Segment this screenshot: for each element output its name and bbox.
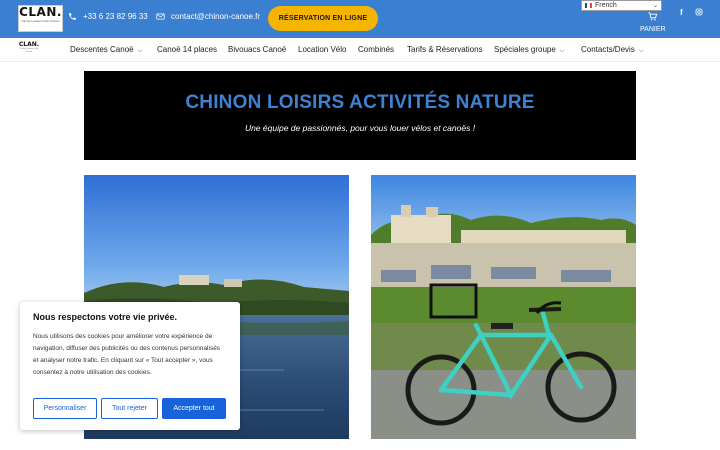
nav-item-tarifs-reservations[interactable]: Tarifs & Réservations (407, 45, 483, 54)
chevron-down-icon: ⌵ (559, 48, 565, 54)
mail-icon (156, 13, 165, 20)
chinon-bike-photo (371, 175, 636, 439)
page-title: CHINON LOISIRS ACTIVITÉS NATURE (185, 92, 535, 113)
nav-item-speciales-groupe[interactable]: Spéciales groupe ⌵ (494, 45, 564, 55)
chevron-down-icon: ⌄ (652, 3, 658, 9)
hero-banner: CHINON LOISIRS ACTIVITÉS NATURE Une équi… (84, 71, 636, 160)
customize-button[interactable]: Personnaliser (33, 398, 97, 419)
french-flag-icon (585, 3, 592, 8)
instagram-icon[interactable] (695, 8, 703, 18)
nav-item-contacts-devis[interactable]: Contacts/Devis ⌵ (581, 45, 643, 55)
nav-item-label: Canoë 14 places (157, 45, 218, 54)
main-navigation: CLAN. Canoë Location Vélo Chinon Descent… (0, 38, 720, 62)
cookie-text: Nous utilisons des cookies pour améliore… (33, 333, 221, 376)
nav-item-canoe-14-places[interactable]: Canoë 14 places (157, 45, 217, 54)
nav-item-label: Combinés (358, 45, 395, 54)
chevron-down-icon: ⌵ (137, 48, 143, 54)
top-bar: CLAN. Canoë Location Vélo Chinon +33 6 2… (0, 0, 720, 38)
online-reservation-button[interactable]: RÉSERVATION EN LIGNE (268, 6, 378, 31)
cookie-buttons: Personnaliser Tout rejeter Accepter tout (33, 398, 226, 419)
nav-logo-title: CLAN. (18, 41, 40, 48)
nav-item-label: Bivouacs Canoë (228, 45, 287, 54)
email-link[interactable]: contact@chinon-canoe.fr (156, 12, 260, 21)
nav-item-combines[interactable]: Combinés (358, 45, 394, 54)
nav-item-label: Spéciales groupe (494, 45, 556, 54)
cookie-consent-banner: Nous respectons votre vie privée. Nous u… (20, 302, 240, 430)
page-subtitle: Une équipe de passionnés, pour vous loue… (244, 123, 476, 133)
accept-all-button[interactable]: Accepter tout (162, 398, 226, 419)
reject-all-button[interactable]: Tout rejeter (101, 398, 158, 419)
nav-item-location-velo[interactable]: Location Vélo (298, 45, 346, 54)
logo-title: CLAN. (19, 5, 62, 19)
site-logo[interactable]: CLAN. Canoë Location Vélo Chinon (18, 5, 63, 32)
cookie-title: Nous respectons votre vie privée. (33, 312, 178, 322)
cart-icon (648, 12, 658, 21)
cart-label[interactable]: PANIER (640, 26, 666, 33)
phone-icon (69, 13, 76, 20)
nav-item-label: Descentes Canoë (70, 45, 134, 54)
nav-item-bivouacs-canoe[interactable]: Bivouacs Canoë (228, 45, 286, 54)
nav-item-label: Tarifs & Réservations (407, 45, 483, 54)
facebook-icon[interactable]: f (680, 8, 683, 17)
email-address: contact@chinon-canoe.fr (171, 12, 261, 21)
nav-logo-subtitle: Canoë Location Vélo Chinon (19, 48, 39, 53)
nav-item-label: Contacts/Devis (581, 45, 635, 54)
nav-logo[interactable]: CLAN. Canoë Location Vélo Chinon (18, 41, 40, 55)
phone-link[interactable]: +33 6 23 82 96 33 (68, 12, 148, 21)
nav-item-descentes-canoe[interactable]: Descentes Canoë ⌵ (70, 45, 142, 55)
cart-button[interactable] (647, 9, 658, 27)
language-label: French (595, 2, 617, 9)
logo-subtitle: Canoë Location Vélo Chinon (21, 19, 60, 23)
nav-item-label: Location Vélo (298, 45, 347, 54)
phone-number: +33 6 23 82 96 33 (83, 12, 148, 21)
chevron-down-icon: ⌵ (638, 48, 644, 54)
